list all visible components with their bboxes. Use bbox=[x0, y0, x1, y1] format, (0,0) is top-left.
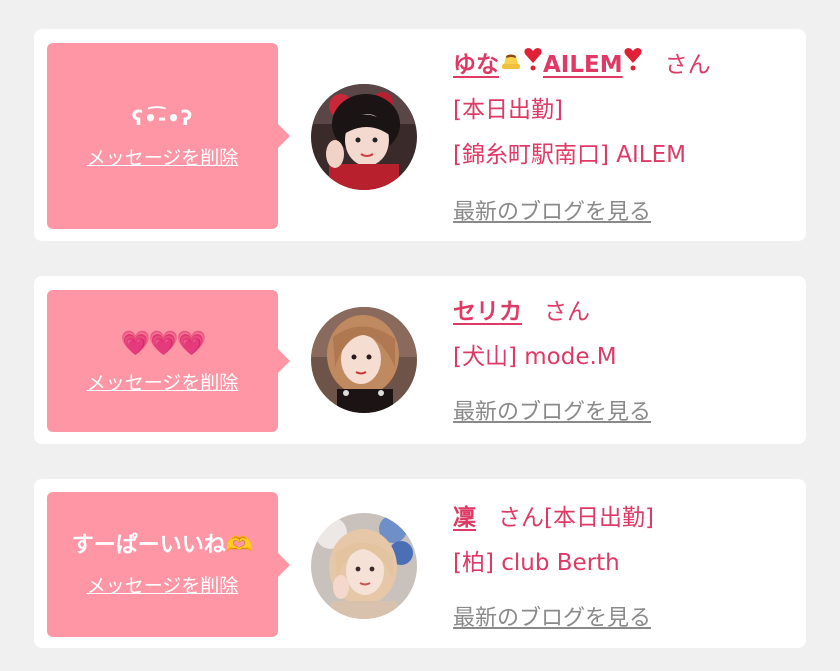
blog-link-row: 最新のブログを見る bbox=[453, 190, 796, 235]
shop-name: [錦糸町駅南口] AILEM bbox=[453, 142, 686, 168]
message-bubble: 💗💗💗 メッセージを削除 bbox=[47, 290, 290, 432]
girl-photo-icon bbox=[311, 84, 417, 190]
pudding-icon bbox=[499, 43, 523, 88]
message-bubble: ʕ•͡-•ʔ メッセージを削除 bbox=[47, 43, 290, 229]
girl-photo-icon bbox=[311, 307, 417, 413]
girl-name-link[interactable]: 凜 bbox=[453, 496, 476, 541]
work-status: [本日出勤] bbox=[453, 97, 563, 123]
name-row: ゆな AILEM さん bbox=[453, 43, 796, 88]
honorific: さん bbox=[544, 299, 590, 325]
name-row: 凜 さん[本日出勤] bbox=[453, 496, 796, 541]
girl-info: セリカ さん [犬山] mode.M 最新のブログを見る bbox=[453, 290, 796, 435]
girl-name-suffix: AILEM bbox=[543, 52, 623, 78]
blog-link-row: 最新のブログを見る bbox=[453, 390, 796, 435]
blog-link-row: 最新のブログを見る bbox=[453, 596, 796, 641]
heart-exclamation-icon bbox=[523, 43, 543, 88]
girl-info: 凜 さん[本日出勤] [柏] club Berth 最新のブログを見る bbox=[453, 496, 796, 641]
honorific: さん bbox=[664, 52, 711, 78]
girl-info: ゆな AILEM さん [本日出勤] [錦糸町駅南口] AILEM 最新のブログを… bbox=[453, 43, 796, 235]
girl-name-link[interactable]: ゆな AILEM bbox=[453, 43, 643, 88]
girl-photo-icon bbox=[311, 513, 417, 619]
message-text: ʕ•͡-•ʔ bbox=[131, 105, 194, 130]
girl-name-link[interactable]: セリカ bbox=[453, 290, 522, 335]
name-row: セリカ さん bbox=[453, 290, 796, 335]
shop-name: [犬山] mode.M bbox=[453, 344, 617, 370]
message-card: ʕ•͡-•ʔ メッセージを削除 ゆな AILEM さん [本日出勤] [錦糸町駅南… bbox=[34, 29, 806, 241]
delete-message-link[interactable]: メッセージを削除 bbox=[87, 143, 239, 170]
latest-blog-link[interactable]: 最新のブログを見る bbox=[453, 200, 651, 225]
honorific: さん[本日出勤] bbox=[498, 505, 654, 531]
delete-message-link[interactable]: メッセージを削除 bbox=[87, 368, 239, 395]
shop-name: [柏] club Berth bbox=[453, 550, 620, 576]
avatar[interactable] bbox=[311, 84, 417, 190]
latest-blog-link[interactable]: 最新のブログを見る bbox=[453, 606, 651, 631]
avatar[interactable] bbox=[311, 513, 417, 619]
heart-exclamation-icon bbox=[623, 43, 643, 88]
message-bubble: すーぱーいいね🫶 メッセージを削除 bbox=[47, 492, 290, 637]
message-card: すーぱーいいね🫶 メッセージを削除 凜 さん[本日出勤] [柏] club Be… bbox=[34, 479, 806, 648]
avatar[interactable] bbox=[311, 307, 417, 413]
message-text: すーぱーいいね🫶 bbox=[71, 533, 254, 558]
message-card: 💗💗💗 メッセージを削除 セリカ さん [犬山] mode.M 最新のブログを見… bbox=[34, 276, 806, 444]
girl-name-text: ゆな bbox=[453, 52, 499, 78]
latest-blog-link[interactable]: 最新のブログを見る bbox=[453, 400, 651, 425]
delete-message-link[interactable]: メッセージを削除 bbox=[87, 571, 239, 598]
message-text: 💗💗💗 bbox=[120, 328, 207, 357]
